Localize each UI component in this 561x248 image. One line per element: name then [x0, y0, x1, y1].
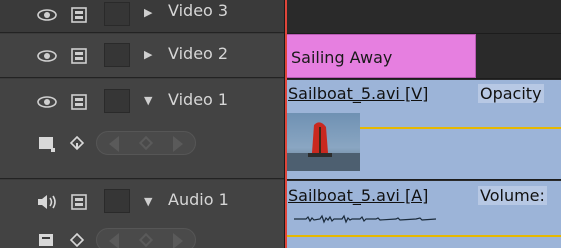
triangle-right-icon[interactable]: ▶: [144, 6, 152, 19]
track-header-video-2[interactable]: ▶ Video 2: [0, 34, 284, 78]
keyframe-display-icon[interactable]: [34, 230, 60, 248]
track-header-video-1[interactable]: ▼ Video 1: [0, 79, 284, 179]
sync-lock-toggle[interactable]: [104, 2, 130, 26]
clip-name: Sailboat_5.avi [V]: [288, 84, 429, 103]
track-name: Video 3: [168, 1, 229, 20]
track-name: Video 1: [168, 90, 229, 109]
filmstrip-icon[interactable]: [66, 91, 92, 113]
keyframe-diamond-icon[interactable]: [138, 232, 154, 248]
clip-label: Sailing Away: [291, 48, 393, 67]
diamond-icon[interactable]: [64, 133, 90, 155]
audio-clip[interactable]: Sailboat_5.avi [A] Volume:: [286, 181, 561, 248]
keyframe-navigator[interactable]: [96, 131, 196, 155]
eye-icon[interactable]: [34, 45, 60, 67]
volume-rubber-band[interactable]: [286, 235, 561, 237]
speaker-icon[interactable]: [34, 191, 60, 213]
playhead-line[interactable]: [285, 0, 287, 248]
sync-lock-toggle[interactable]: [104, 189, 130, 213]
track-name: Audio 1: [168, 190, 229, 209]
filmstrip-icon[interactable]: [66, 45, 92, 67]
triangle-down-icon[interactable]: ▼: [144, 94, 152, 107]
clip-thumbnail: [286, 113, 360, 171]
previous-keyframe-icon[interactable]: [109, 233, 119, 248]
sync-lock-toggle[interactable]: [104, 89, 130, 113]
track-header-video-3[interactable]: ▶ Video 3: [0, 0, 284, 33]
eye-icon[interactable]: [34, 91, 60, 113]
filmstrip-icon[interactable]: [66, 4, 92, 26]
eye-icon[interactable]: [34, 4, 60, 26]
row-divider: [285, 179, 561, 180]
title-clip[interactable]: Sailing Away: [286, 34, 476, 78]
keyframe-diamond-icon[interactable]: [138, 135, 154, 151]
sailboat-icon: [286, 122, 360, 171]
triangle-down-icon[interactable]: ▼: [144, 195, 152, 208]
triangle-right-icon[interactable]: ▶: [144, 48, 152, 61]
effect-label: Opacity: [478, 84, 544, 103]
diamond-icon[interactable]: [64, 230, 90, 248]
clip-name: Sailboat_5.avi [A]: [288, 186, 429, 205]
row-divider: [285, 78, 561, 79]
keyframe-navigator[interactable]: [96, 228, 196, 248]
effect-label: Volume:: [478, 186, 547, 205]
track-name: Video 2: [168, 44, 229, 63]
sync-lock-toggle[interactable]: [104, 43, 130, 67]
filmstrip-icon[interactable]: [66, 191, 92, 213]
video-clip[interactable]: Sailboat_5.avi [V] Opacity: [286, 80, 561, 179]
previous-keyframe-icon[interactable]: [109, 136, 119, 152]
next-keyframe-icon[interactable]: [173, 136, 183, 152]
track-header-audio-1[interactable]: ▼ Audio 1: [0, 180, 284, 248]
next-keyframe-icon[interactable]: [173, 233, 183, 248]
audio-waveform: [294, 214, 437, 224]
keyframe-display-icon[interactable]: [34, 133, 60, 155]
